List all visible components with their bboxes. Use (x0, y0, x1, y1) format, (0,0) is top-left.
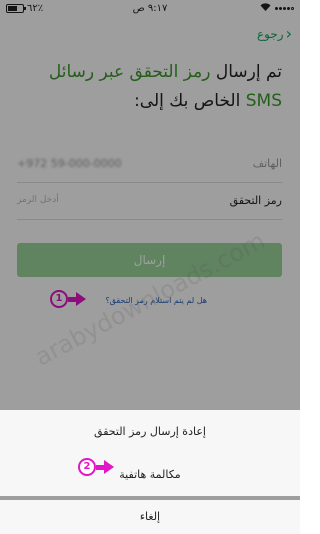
marker-number: 2 (78, 458, 96, 476)
cancel-option[interactable]: إلغاء (0, 500, 300, 534)
resend-code-option[interactable]: إعادة إرسال رمز التحقق (0, 410, 300, 454)
phone-call-option[interactable]: مكالمة هاتفية (0, 453, 300, 496)
verification-screen: ٦٢٪ ٩:١٧ ص ‹ رجوع تم إرسال رمز التحقق عب… (0, 0, 300, 534)
annotation-marker-2: 2 (78, 458, 114, 476)
arrow-right-icon (104, 460, 114, 474)
